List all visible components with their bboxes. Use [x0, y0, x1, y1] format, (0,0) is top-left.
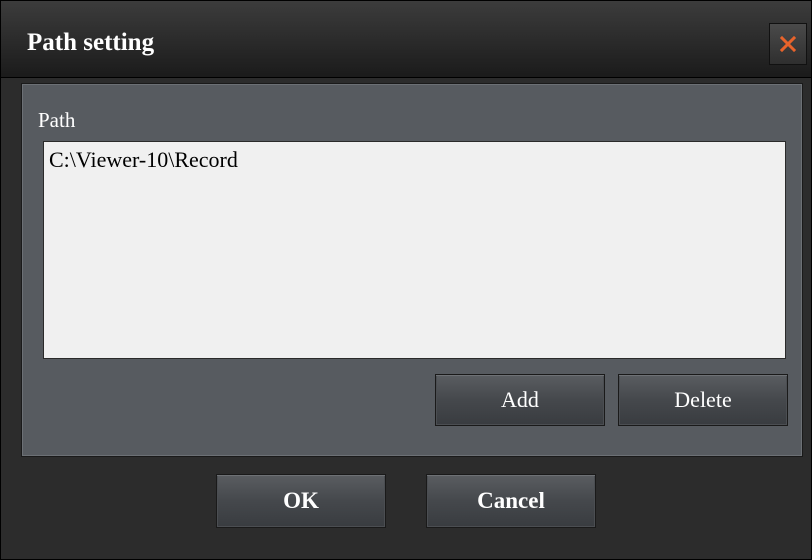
delete-button[interactable]: Delete: [618, 374, 788, 426]
path-setting-dialog: Path setting Path C:\Viewer-10\Record Ad…: [0, 0, 812, 560]
add-button[interactable]: Add: [435, 374, 605, 426]
dialog-footer: OK Cancel: [1, 459, 811, 559]
close-icon: [780, 36, 796, 52]
path-list-item[interactable]: C:\Viewer-10\Record: [49, 147, 238, 173]
path-panel: Path C:\Viewer-10\Record Add Delete: [21, 83, 803, 457]
title-bar[interactable]: Path setting: [1, 1, 811, 78]
cancel-button[interactable]: Cancel: [426, 474, 596, 528]
dialog-title: Path setting: [27, 29, 155, 56]
path-list[interactable]: C:\Viewer-10\Record: [43, 141, 786, 359]
ok-button[interactable]: OK: [216, 474, 386, 528]
path-label: Path: [38, 108, 76, 132]
close-button[interactable]: [769, 23, 807, 65]
